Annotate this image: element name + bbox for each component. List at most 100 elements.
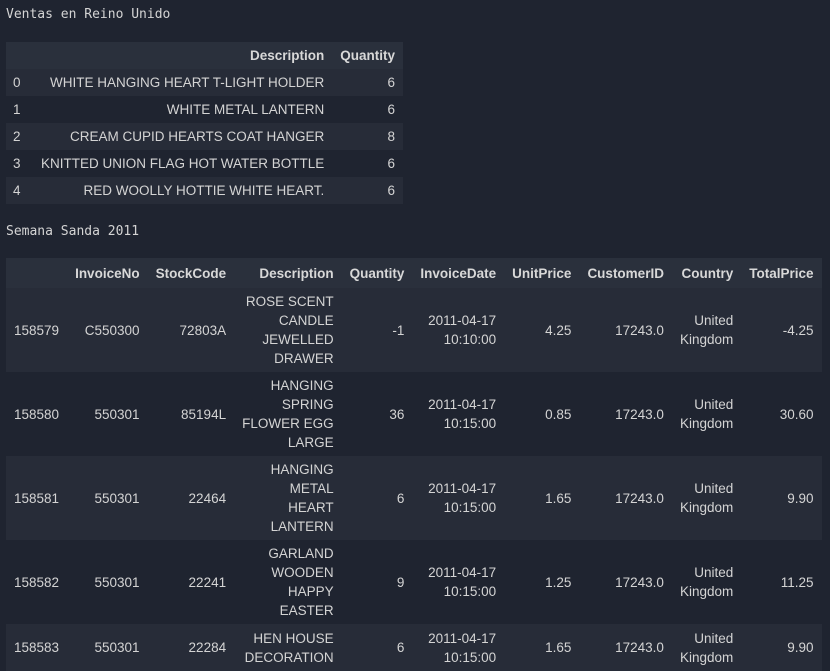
row-index: 158580 — [6, 372, 68, 456]
stock-code-cell: 22464 — [147, 456, 235, 540]
unit-price-cell: 1.65 — [504, 456, 580, 540]
table-row: 158583 550301 22284 HEN HOUSE DECORATION 6 201… — [6, 624, 822, 671]
cell-line: Kingdom — [679, 584, 734, 599]
description-cell: WHITE HANGING HEART T-LIGHT HOLDER — [33, 69, 333, 96]
row-index: 2 — [6, 123, 33, 150]
cell-line: DRAWER — [274, 351, 334, 366]
invoice-no-header: InvoiceNo — [67, 258, 148, 288]
row-index: 158582 — [6, 540, 68, 624]
cell-line: METAL — [289, 481, 334, 496]
invoice-no-cell: 550301 — [67, 624, 148, 671]
cell-line: United — [694, 481, 734, 496]
table-header-row: InvoiceNo StockCode Description Quantity… — [6, 258, 822, 288]
country-cell: United Kingdom — [671, 540, 742, 624]
cell-line: 2011-04-17 — [428, 630, 497, 646]
quantity-cell: -1 — [341, 288, 413, 372]
cell-line: 2011-04-17 — [428, 397, 497, 412]
caption-holy-week: Semana Sanda 2011 — [6, 224, 140, 239]
customer-id-cell: 17243.0 — [579, 372, 672, 456]
invoice-date-cell: 2011-04-17 10:15:00 — [412, 540, 505, 624]
cell-line: SPRING — [281, 397, 334, 412]
table-row: 0 WHITE HANGING HEART T-LIGHT HOLDER 6 — [6, 69, 404, 96]
cell-line: DECORATION — [244, 649, 334, 665]
cell-line: 2011-04-17 — [428, 481, 497, 496]
cell-line: HEART — [288, 500, 334, 515]
total-price-cell: 9.90 — [741, 456, 822, 540]
cell-line: Kingdom — [679, 332, 734, 347]
table-row: 158579 C550300 72803A ROSE SCENT CANDLE JEWEL… — [6, 288, 822, 372]
row-index: 1 — [6, 96, 33, 123]
cell-line: EASTER — [279, 603, 334, 618]
customer-id-cell: 17243.0 — [579, 540, 672, 624]
quantity-cell: 36 — [341, 372, 413, 456]
cell-line: Kingdom — [679, 416, 734, 431]
invoice-date-header: InvoiceDate — [412, 258, 505, 288]
description-cell: HANGING SPRING FLOWER EGG LARGE — [234, 372, 342, 456]
country-cell: United Kingdom — [671, 288, 742, 372]
table-row: 4 RED WOOLLY HOTTIE WHITE HEART. 6 — [6, 177, 404, 204]
quantity-cell: 6 — [332, 69, 404, 96]
invoice-no-cell: 550301 — [67, 540, 148, 624]
row-index: 158581 — [6, 456, 68, 540]
cell-line: Kingdom — [679, 500, 734, 515]
index-header — [6, 42, 33, 69]
unit-price-cell: 1.25 — [504, 540, 580, 624]
cell-line: HANGING — [270, 462, 334, 477]
cell-line: Kingdom — [679, 649, 734, 665]
customer-id-cell: 17243.0 — [579, 288, 672, 372]
description-header: Description — [234, 258, 342, 288]
quantity-header: Quantity — [332, 42, 404, 69]
stock-code-cell: 72803A — [147, 288, 235, 372]
cell-line: LANTERN — [270, 519, 334, 534]
table-header-row: Description Quantity — [6, 42, 404, 69]
row-index: 158583 — [6, 624, 68, 671]
description-cell: RED WOOLLY HOTTIE WHITE HEART. — [33, 177, 333, 204]
invoice-no-cell: C550300 — [67, 288, 148, 372]
row-index: 158579 — [6, 288, 68, 372]
invoice-no-cell: 550301 — [67, 456, 148, 540]
unit-price-header: UnitPrice — [504, 258, 580, 288]
country-cell: United Kingdom — [671, 624, 742, 671]
cell-line: United — [694, 565, 734, 580]
table-row: 158580 550301 85194L HANGING SPRING FLOWER EG… — [6, 372, 822, 456]
description-cell: KNITTED UNION FLAG HOT WATER BOTTLE — [33, 150, 333, 177]
cell-line: 2011-04-17 — [428, 313, 497, 328]
row-index: 3 — [6, 150, 33, 177]
cell-line: United — [694, 313, 734, 328]
unit-price-cell: 0.85 — [504, 372, 580, 456]
row-index: 4 — [6, 177, 33, 204]
stock-code-header: StockCode — [147, 258, 235, 288]
total-price-cell: 11.25 — [741, 540, 822, 624]
quantity-header: Quantity — [341, 258, 413, 288]
table-row: 158581 550301 22464 HANGING METAL HEART LANTER… — [6, 456, 822, 540]
unit-price-cell: 4.25 — [504, 288, 580, 372]
cell-line: 10:15:00 — [443, 500, 497, 515]
description-cell: ROSE SCENT CANDLE JEWELLED DRAWER — [234, 288, 342, 372]
table-row: 158582 550301 22241 GARLAND WOODEN HAPPY EASTE… — [6, 540, 822, 624]
customer-id-header: CustomerID — [579, 258, 672, 288]
cell-line: HEN HOUSE — [253, 630, 334, 646]
customer-id-cell: 17243.0 — [579, 456, 672, 540]
stock-code-cell: 22284 — [147, 624, 235, 671]
cell-line: WOODEN — [271, 565, 334, 580]
cell-line: 10:15:00 — [443, 416, 497, 431]
stock-code-cell: 85194L — [147, 372, 235, 456]
quantity-cell: 6 — [332, 177, 404, 204]
stock-code-cell: 22241 — [147, 540, 235, 624]
country-cell: United Kingdom — [671, 456, 742, 540]
cell-line: 10:15:00 — [443, 649, 497, 665]
description-cell: HANGING METAL HEART LANTERN — [234, 456, 342, 540]
caption-uk-sales: Ventas en Reino Unido — [6, 7, 171, 22]
quantity-cell: 9 — [341, 540, 413, 624]
total-price-cell: -4.25 — [741, 288, 822, 372]
table-row: 2 CREAM CUPID HEARTS COAT HANGER 8 — [6, 123, 404, 150]
invoice-date-cell: 2011-04-17 10:10:00 — [412, 288, 505, 372]
description-cell: WHITE METAL LANTERN — [33, 96, 333, 123]
table-row: 1 WHITE METAL LANTERN 6 — [6, 96, 404, 123]
description-cell: HEN HOUSE DECORATION — [234, 624, 342, 671]
country-header: Country — [671, 258, 742, 288]
table-row: 3 KNITTED UNION FLAG HOT WATER BOTTLE 6 — [6, 150, 404, 177]
cell-line: FLOWER EGG — [242, 416, 334, 431]
description-header: Description — [33, 42, 333, 69]
holy-week-table: InvoiceNo StockCode Description Quantity… — [6, 258, 822, 671]
